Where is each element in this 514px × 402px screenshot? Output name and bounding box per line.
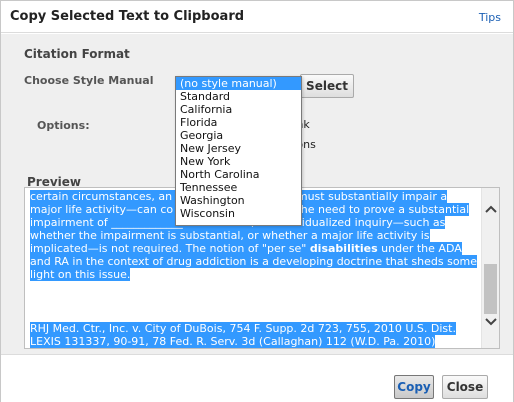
tips-link[interactable]: Tips (479, 11, 501, 24)
preview-bold-word: disabilities (309, 242, 378, 255)
scrollbar-thumb[interactable] (484, 264, 497, 314)
chevron-down-icon[interactable] (485, 317, 497, 327)
dropdown-option[interactable]: New York (176, 155, 301, 168)
close-button[interactable]: Close (442, 375, 488, 399)
style-manual-dropdown[interactable]: (no style manual) Standard California Fl… (175, 76, 302, 226)
preview-citation-text: RHJ Med. Ctr., Inc. v. City of DuBois, 7… (30, 322, 456, 348)
citation-format-heading: Citation Format (24, 47, 130, 61)
dropdown-option[interactable]: Florida (176, 116, 301, 129)
dialog-titlebar: Copy Selected Text to Clipboard Tips (1, 1, 513, 33)
preview-citation: RHJ Med. Ctr., Inc. v. City of DuBois, 7… (30, 322, 478, 348)
dropdown-option[interactable]: Standard (176, 90, 301, 103)
style-manual-label: Choose Style Manual (24, 74, 154, 87)
dialog-footer: Copy Close (1, 354, 513, 402)
chevron-up-icon[interactable] (485, 204, 497, 214)
dropdown-option[interactable]: (no style manual) (176, 77, 301, 90)
dropdown-option[interactable]: Washington (176, 194, 301, 207)
dropdown-option[interactable]: Tennessee (176, 181, 301, 194)
select-button[interactable]: Select (300, 74, 354, 98)
preview-scrollbar[interactable] (481, 188, 499, 348)
copy-button[interactable]: Copy (394, 375, 434, 399)
dropdown-option[interactable]: Georgia (176, 129, 301, 142)
dropdown-option[interactable]: Wisconsin (176, 207, 301, 220)
copy-dialog: Copy Selected Text to Clipboard Tips Cit… (0, 0, 514, 402)
dropdown-option[interactable]: California (176, 103, 301, 116)
dialog-title: Copy Selected Text to Clipboard (10, 9, 245, 24)
dropdown-option[interactable]: New Jersey (176, 142, 301, 155)
dropdown-option[interactable]: North Carolina (176, 168, 301, 181)
options-label: Options: (37, 119, 90, 132)
